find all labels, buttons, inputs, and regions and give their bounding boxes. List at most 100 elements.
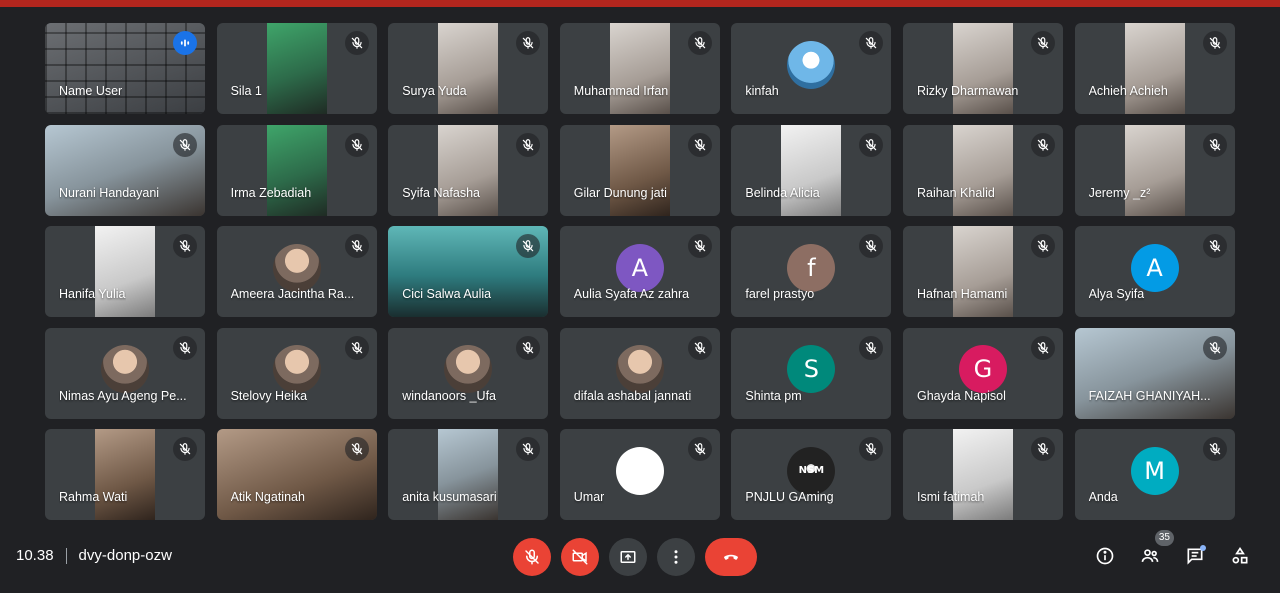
- participant-video: [438, 429, 499, 520]
- separator: [65, 547, 67, 564]
- more-icon: [674, 550, 678, 564]
- participant-tile[interactable]: Cici Salwa Aulia: [388, 226, 549, 317]
- participant-avatar: f: [787, 243, 836, 292]
- meeting-info: 10.38 dvy-donp-ozw: [16, 547, 172, 564]
- mic-muted-icon: [859, 335, 884, 360]
- present-button[interactable]: [609, 538, 647, 576]
- mic-muted-icon: [859, 132, 884, 157]
- participant-tile[interactable]: Sila 1: [216, 23, 377, 114]
- participant-name: Anda: [1088, 490, 1118, 504]
- mic-muted-icon: [1030, 335, 1055, 360]
- participant-avatar: S: [787, 345, 836, 394]
- participant-tile[interactable]: S Shinta pm: [731, 327, 892, 419]
- participant-tile[interactable]: Raihan Khalid: [902, 124, 1063, 216]
- participant-video: [609, 23, 670, 114]
- participant-name: kinfah: [745, 84, 779, 98]
- mic-muted-icon: [1202, 234, 1227, 258]
- participant-tile[interactable]: G Ghayda Napisol: [902, 327, 1063, 419]
- mic-muted-icon: [1202, 437, 1227, 461]
- participant-tile[interactable]: A Aulia Syafa Az zahra: [559, 226, 720, 317]
- mic-off-icon: [525, 549, 539, 565]
- mic-muted-icon: [344, 31, 369, 55]
- participant-tile[interactable]: M Anda: [1074, 429, 1235, 520]
- participant-name: windanoors _Ufa: [402, 388, 496, 403]
- meeting-details-button[interactable]: [1093, 544, 1117, 568]
- participant-tile[interactable]: Jeremy _z²: [1074, 124, 1235, 216]
- participant-name: Jeremy _z²: [1088, 185, 1151, 200]
- mic-muted-icon: [516, 31, 541, 55]
- mic-muted-icon: [173, 335, 197, 360]
- participant-tile[interactable]: Ameera Jacintha Ra...: [216, 226, 377, 317]
- participant-tile[interactable]: difala ashabal jannati: [559, 327, 720, 419]
- participant-tile[interactable]: FAIZAH GHANIYAH...: [1074, 327, 1235, 419]
- participant-video: [1124, 124, 1185, 216]
- participant-avatar: [101, 345, 149, 394]
- mic-muted-icon: [344, 335, 369, 360]
- meeting-code[interactable]: dvy-donp-ozw: [79, 547, 172, 564]
- participant-tile[interactable]: Irma Zebadiah: [216, 124, 377, 216]
- mic-toggle-button[interactable]: [513, 538, 551, 576]
- participant-tile[interactable]: Umar: [559, 429, 720, 520]
- participant-name: Atik Ngatinah: [230, 490, 305, 504]
- participant-name: Gilar Dunung jati: [573, 185, 667, 200]
- recording-bar: [0, 0, 1280, 7]
- participant-video: [266, 23, 327, 114]
- participant-tile[interactable]: windanoors _Ufa: [388, 327, 549, 419]
- participant-tile[interactable]: Muhammad Irfan: [559, 23, 720, 114]
- participant-tile[interactable]: Belinda Alicia: [731, 124, 892, 216]
- participant-tile[interactable]: Rahma Wati: [45, 429, 205, 520]
- participant-tile[interactable]: Nimas Ayu Ageng Pe...: [45, 327, 205, 419]
- participant-tile[interactable]: Achieh Achieh: [1074, 23, 1235, 114]
- participant-tile[interactable]: Ismi fatimah: [902, 429, 1063, 520]
- participant-name: Stelovy Heika: [230, 388, 308, 403]
- activities-button[interactable]: [1228, 544, 1252, 568]
- participant-tile[interactable]: A Alya Syifa: [1074, 226, 1235, 317]
- mic-muted-icon: [1030, 234, 1055, 258]
- mic-muted-icon: [687, 437, 712, 461]
- participant-tile[interactable]: Surya Yuda: [388, 23, 549, 114]
- participant-name: Aulia Syafa Az zahra: [573, 287, 690, 301]
- participant-name: Muhammad Irfan: [573, 84, 669, 98]
- mic-muted-icon: [344, 132, 369, 157]
- participant-avatar: A: [1130, 243, 1179, 292]
- participant-name: Name User: [59, 84, 123, 98]
- participant-name: Nimas Ayu Ageng Pe...: [59, 388, 187, 403]
- participant-tile[interactable]: Nurani Handayani: [45, 124, 205, 216]
- participant-tile[interactable]: Stelovy Heika: [216, 327, 377, 419]
- participant-name: Surya Yuda: [402, 84, 467, 98]
- participant-video: [952, 226, 1013, 317]
- mic-muted-icon: [516, 437, 541, 461]
- mic-muted-icon: [1202, 132, 1227, 157]
- participant-avatar: [787, 40, 836, 89]
- camera-toggle-button[interactable]: [561, 538, 599, 576]
- participant-tile[interactable]: anita kusumasari: [388, 429, 549, 520]
- participant-avatar: [272, 345, 321, 394]
- participant-name: farel prastyo: [745, 287, 815, 301]
- participant-tile[interactable]: Gilar Dunung jati: [559, 124, 720, 216]
- participant-name: PNJLU GAming: [745, 490, 834, 504]
- participant-tile[interactable]: Hanifa Yulia: [45, 226, 205, 317]
- participant-name: difala ashabal jannati: [573, 388, 692, 403]
- control-bar: 10.38 dvy-donp-ozw 35: [0, 530, 1280, 593]
- mic-muted-icon: [1030, 132, 1055, 157]
- more-options-button[interactable]: [657, 538, 695, 576]
- participant-tile[interactable]: f farel prastyo: [731, 226, 892, 317]
- mic-muted-icon: [687, 132, 712, 157]
- mic-muted-icon: [859, 234, 884, 258]
- participant-avatar: A: [615, 243, 664, 292]
- participant-name: Cici Salwa Aulia: [402, 287, 492, 301]
- speaking-indicator-icon: [173, 31, 197, 55]
- participant-tile[interactable]: Atik Ngatinah: [216, 429, 377, 520]
- people-button[interactable]: 35: [1138, 530, 1174, 568]
- participant-name: FAIZAH GHANIYAH...: [1088, 388, 1211, 403]
- participant-tile[interactable]: kinfah: [731, 23, 892, 114]
- participant-name: Ghayda Napisol: [916, 388, 1006, 403]
- participant-tile[interactable]: Hafnan Hamami: [902, 226, 1063, 317]
- participant-tile[interactable]: Name User: [45, 23, 205, 114]
- participant-tile[interactable]: Rizky Dharmawan: [902, 23, 1063, 114]
- chat-button[interactable]: [1183, 544, 1207, 568]
- leave-call-button[interactable]: [705, 538, 757, 576]
- mic-muted-icon: [516, 132, 541, 157]
- participant-tile[interactable]: Syifa Nafasha: [388, 124, 549, 216]
- participant-tile[interactable]: NSM PNJLU GAming: [731, 429, 892, 520]
